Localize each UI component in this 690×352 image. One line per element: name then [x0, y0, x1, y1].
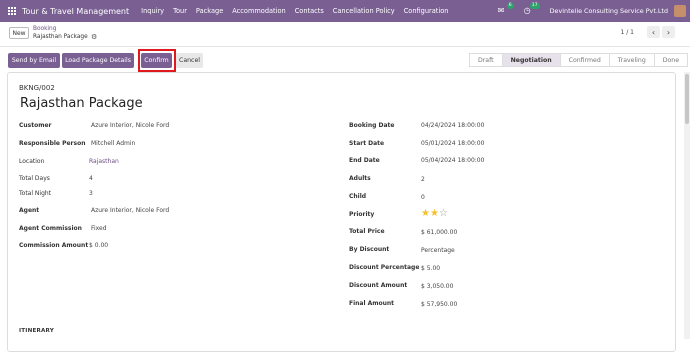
- breadcrumb-parent[interactable]: Booking: [33, 26, 56, 32]
- chat-icon: ✉: [497, 6, 505, 15]
- end-date-label: End Date: [349, 157, 380, 164]
- customer-field[interactable]: Azure Interior, Nicole Ford: [91, 122, 169, 129]
- by-discount-label: By Discount: [349, 246, 390, 253]
- responsible-person-label: Responsible Person: [19, 140, 86, 147]
- user-avatar[interactable]: [674, 5, 686, 17]
- total-price-label: Total Price: [349, 228, 385, 235]
- messages-count: 6: [506, 3, 514, 9]
- agent-field[interactable]: Azure Interior, Nicole Ford: [91, 207, 169, 214]
- priority-widget[interactable]: ★★☆: [421, 209, 448, 219]
- menu-inquiry[interactable]: Inquiry: [141, 7, 164, 15]
- start-date-field[interactable]: 05/01/2024 18:00:00: [421, 140, 484, 147]
- gear-icon[interactable]: ⚙: [91, 33, 97, 41]
- apps-menu-icon[interactable]: [8, 7, 16, 15]
- booking-date-field[interactable]: 04/24/2024 18:00:00: [421, 122, 484, 129]
- agent-commission-field[interactable]: Fixed: [91, 225, 107, 232]
- status-bar: Draft Negotiation Confirmed Traveling Do…: [469, 53, 689, 67]
- total-days-field[interactable]: 4: [89, 175, 93, 182]
- chevron-left-icon: ‹: [651, 27, 656, 37]
- menu-contacts[interactable]: Contacts: [295, 7, 324, 15]
- location-label: Location: [19, 158, 45, 165]
- status-traveling[interactable]: Traveling: [608, 53, 655, 67]
- discount-percentage-label: Discount Percentage: [349, 264, 420, 271]
- star-empty-icon[interactable]: ☆: [439, 208, 448, 219]
- start-date-label: Start Date: [349, 140, 385, 147]
- pager-next-button[interactable]: ›: [662, 26, 675, 38]
- pager-value[interactable]: 1 / 1: [621, 29, 634, 36]
- breadcrumb-current: Rajasthan Package: [33, 34, 88, 40]
- agent-label: Agent: [19, 207, 40, 214]
- total-night-field[interactable]: 3: [89, 190, 93, 197]
- load-package-details-button[interactable]: Load Package Details: [62, 53, 134, 68]
- booking-date-label: Booking Date: [349, 122, 395, 129]
- pager-prev-button[interactable]: ‹: [647, 26, 660, 38]
- menu-configuration[interactable]: Configuration: [404, 7, 449, 15]
- total-night-label: Total Night: [19, 190, 52, 197]
- app-name[interactable]: Tour & Travel Management: [22, 7, 129, 16]
- activity-button[interactable]: ◷ 17: [524, 3, 540, 15]
- adults-label: Adults: [349, 175, 371, 182]
- menu-accommodation[interactable]: Accommodation: [232, 7, 285, 15]
- location-field[interactable]: Rajasthan: [89, 158, 119, 165]
- menu-package[interactable]: Package: [196, 7, 223, 15]
- total-price-field[interactable]: $ 61,000.00: [421, 229, 457, 236]
- control-panel: New Booking Rajasthan Package ⚙ 1 / 1 ‹ …: [0, 22, 690, 47]
- top-navbar: Tour & Travel Management Inquiry Tour Pa…: [0, 0, 690, 22]
- priority-label: Priority: [349, 211, 375, 218]
- menu-tour[interactable]: Tour: [173, 7, 187, 15]
- page-scrollbar[interactable]: [684, 72, 690, 339]
- commission-amount-field[interactable]: $ 0.00: [89, 242, 108, 249]
- status-negotiation[interactable]: Negotiation: [501, 53, 561, 67]
- discount-amount-label: Discount Amount: [349, 282, 408, 289]
- cancel-button[interactable]: Cancel: [176, 53, 203, 68]
- star-filled-icon[interactable]: ★: [430, 208, 439, 219]
- booking-reference: BKNG/002: [19, 84, 55, 92]
- commission-amount-label: Commission Amount: [19, 242, 89, 249]
- new-button[interactable]: New: [9, 27, 29, 39]
- final-amount-field[interactable]: $ 57,950.00: [421, 301, 457, 308]
- itinerary-section-title: ITINERARY: [19, 328, 54, 334]
- final-amount-label: Final Amount: [349, 300, 395, 307]
- confirm-highlight-box: [138, 49, 176, 72]
- discount-percentage-field[interactable]: $ 5.00: [421, 265, 440, 272]
- discount-amount-field[interactable]: $ 3,050.00: [421, 283, 453, 290]
- child-label: Child: [349, 193, 367, 200]
- messages-button[interactable]: ✉ 6: [497, 3, 514, 15]
- status-confirmed[interactable]: Confirmed: [559, 53, 610, 67]
- by-discount-field[interactable]: Percentage: [421, 247, 455, 254]
- send-by-email-button[interactable]: Send by Email: [8, 53, 60, 68]
- responsible-person-field[interactable]: Mitchell Admin: [91, 140, 135, 147]
- activity-count: 17: [529, 3, 540, 9]
- status-draft[interactable]: Draft: [469, 53, 503, 67]
- total-days-label: Total Days: [19, 175, 50, 182]
- adults-field[interactable]: 2: [421, 176, 425, 183]
- child-field[interactable]: 0: [421, 194, 425, 201]
- agent-commission-label: Agent Commission: [19, 225, 82, 232]
- status-done[interactable]: Done: [653, 53, 689, 67]
- menu-cancellation-policy[interactable]: Cancellation Policy: [333, 7, 395, 15]
- star-filled-icon[interactable]: ★: [421, 208, 430, 219]
- scrollbar-thumb[interactable]: [685, 74, 689, 124]
- customer-label: Customer: [19, 122, 52, 129]
- booking-title[interactable]: Rajasthan Package: [20, 96, 143, 111]
- end-date-field[interactable]: 05/04/2024 18:00:00: [421, 157, 484, 164]
- company-switcher[interactable]: Devintelle Consulting Service Pvt.Ltd: [550, 7, 668, 15]
- chevron-right-icon: ›: [666, 27, 671, 37]
